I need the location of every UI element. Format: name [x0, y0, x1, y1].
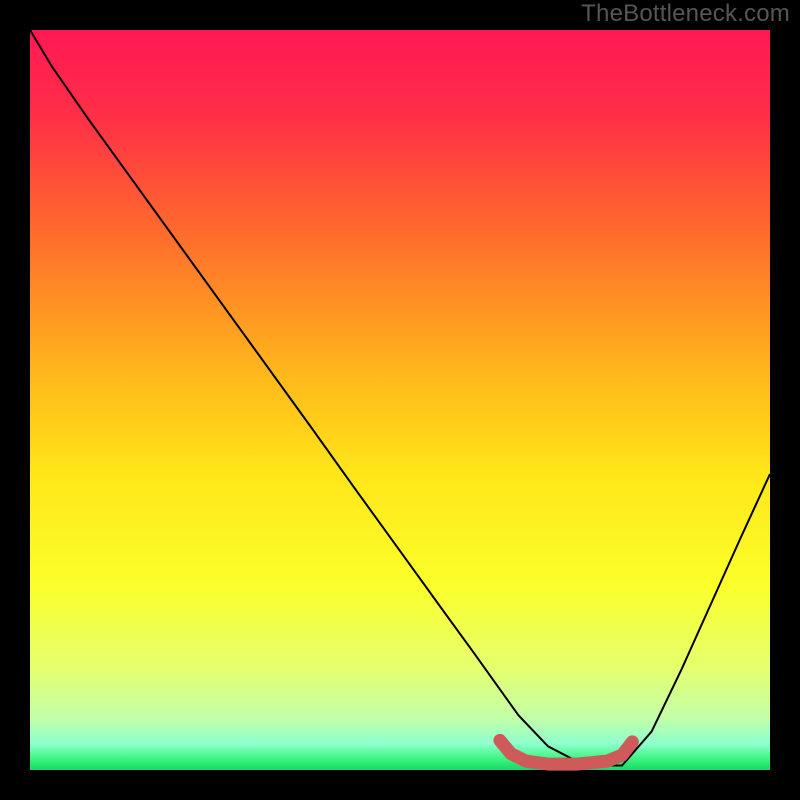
chart-svg: [0, 0, 800, 800]
chart-frame: { "watermark": "TheBottleneck.com", "cha…: [0, 0, 800, 800]
watermark-text: TheBottleneck.com: [581, 0, 790, 28]
plot-background: [30, 30, 770, 770]
